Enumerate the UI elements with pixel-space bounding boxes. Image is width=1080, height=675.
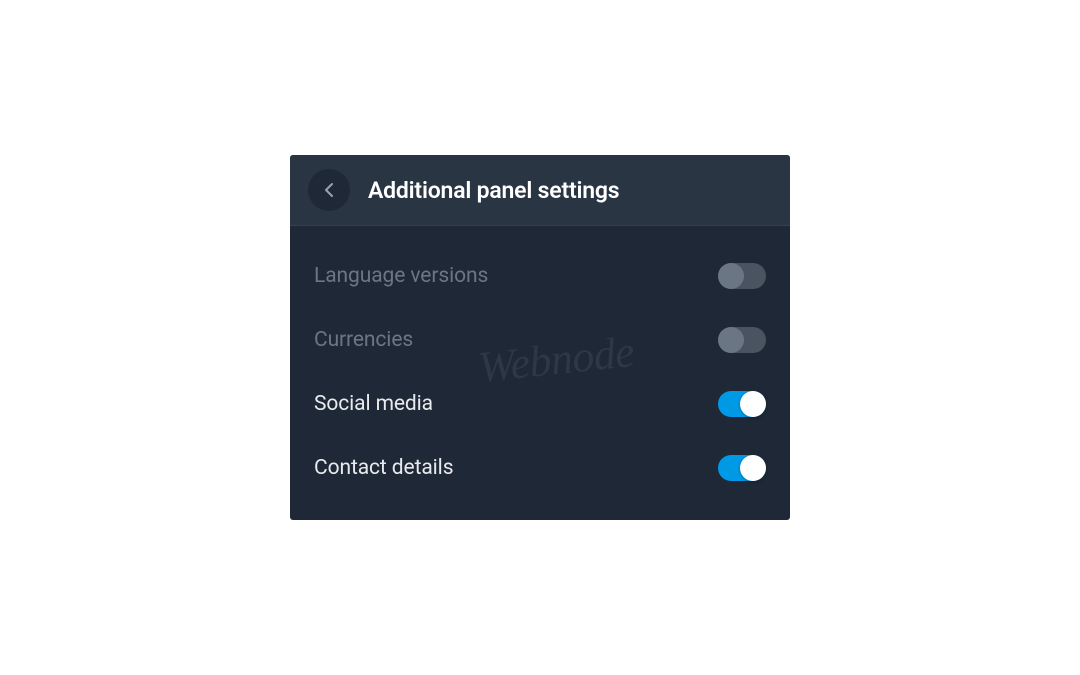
toggle-knob — [740, 391, 766, 417]
toggle-currencies[interactable] — [718, 327, 766, 353]
settings-panel: Additional panel settings Webnode Langua… — [290, 155, 790, 520]
setting-label: Contact details — [314, 456, 453, 480]
toggle-knob — [740, 455, 766, 481]
setting-row-contact-details: Contact details — [290, 436, 790, 500]
toggle-language-versions[interactable] — [718, 263, 766, 289]
setting-row-currencies: Currencies — [290, 308, 790, 372]
panel-title: Additional panel settings — [368, 177, 619, 204]
panel-body: Webnode Language versions Currencies Soc… — [290, 226, 790, 520]
setting-label: Language versions — [314, 264, 488, 288]
toggle-contact-details[interactable] — [718, 455, 766, 481]
setting-row-social-media: Social media — [290, 372, 790, 436]
toggle-social-media[interactable] — [718, 391, 766, 417]
toggle-knob — [718, 327, 744, 353]
toggle-knob — [718, 263, 744, 289]
chevron-left-icon — [324, 182, 334, 198]
setting-label: Social media — [314, 392, 433, 416]
panel-header: Additional panel settings — [290, 155, 790, 226]
setting-row-language-versions: Language versions — [290, 244, 790, 308]
setting-label: Currencies — [314, 328, 413, 352]
back-button[interactable] — [308, 169, 350, 211]
